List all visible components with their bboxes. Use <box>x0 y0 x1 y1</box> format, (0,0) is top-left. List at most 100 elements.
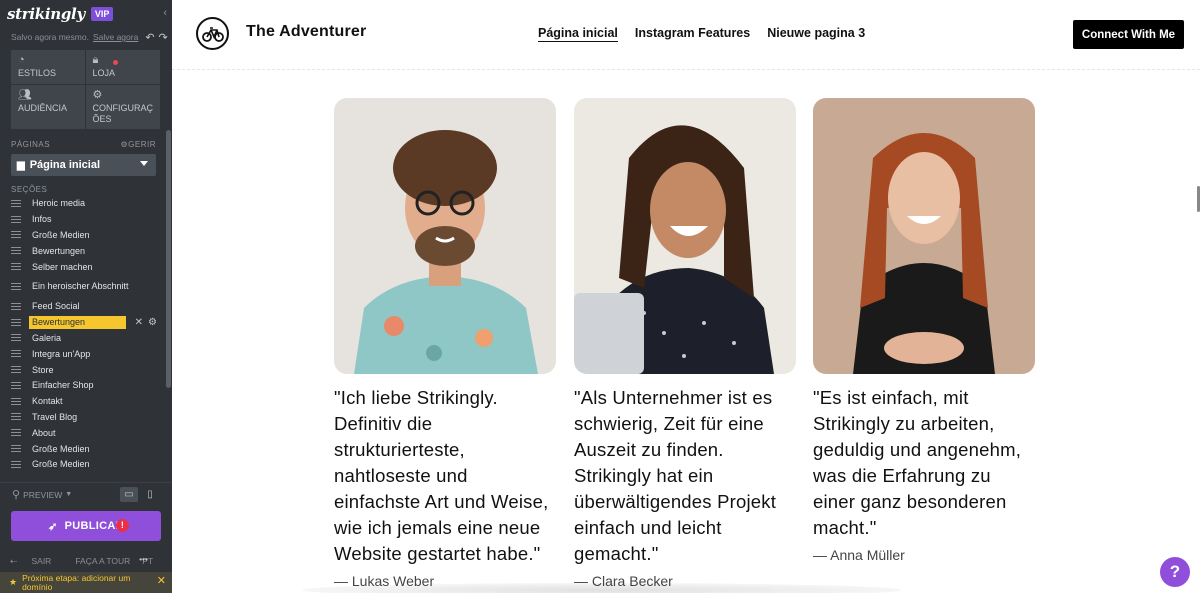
testimonial-quote[interactable]: "Ich liebe Strikingly. Definitiv die str… <box>334 385 556 567</box>
next-step-banner[interactable]: ★ Próxima etapa: adicionar um domínio ✕ <box>0 572 172 593</box>
section-item[interactable]: Einfacher Shop <box>11 378 163 394</box>
search-icon: ⚲ <box>12 489 21 501</box>
section-label: Feed Social <box>32 301 80 312</box>
editor-menu-grid: ◔ ESTILOS 🔒︎ LOJA 👥︎ AUDIÊNCIA ⚙ CONFIGU… <box>11 50 160 129</box>
alert-icon: ! <box>116 519 129 532</box>
testimonial-author[interactable]: — Anna Müller <box>813 547 1035 563</box>
pages-label: PÁGINAS <box>11 140 51 149</box>
testimonial-card: "Ich liebe Strikingly. Definitiv die str… <box>334 98 556 589</box>
site-title[interactable]: The Adventurer <box>246 23 366 41</box>
drag-handle-icon[interactable] <box>11 350 21 359</box>
store-button[interactable]: 🔒︎ LOJA <box>85 50 160 84</box>
testimonial-quote[interactable]: "Als Unternehmer ist es schwierig, Zeit … <box>574 385 796 567</box>
exit-label: SAIR <box>31 555 52 566</box>
page-select[interactable]: ▆ Página inicial <box>11 154 156 176</box>
palette-icon: ◔ <box>18 54 25 66</box>
drag-handle-icon[interactable] <box>11 429 21 438</box>
section-item[interactable]: Travel Blog <box>11 410 163 426</box>
section-label: Heroic media <box>32 198 86 209</box>
drag-handle-icon[interactable] <box>11 263 21 272</box>
section-label: Travel Blog <box>32 411 78 422</box>
desktop-view-icon[interactable]: ▭ <box>120 487 138 502</box>
site-header: The Adventurer Página inicial Instagram … <box>172 0 1200 70</box>
site-nav: Página inicial Instagram Features Nieuwe… <box>538 26 865 42</box>
section-label: Selber machen <box>32 261 93 272</box>
publish-button[interactable]: ➶ PUBLICAR ! <box>11 511 161 541</box>
manage-pages-button[interactable]: ⚙GERIR <box>120 140 156 149</box>
vip-badge: VIP <box>90 7 114 21</box>
save-now-link[interactable]: Salve agora <box>93 32 138 42</box>
drag-handle-icon[interactable] <box>11 460 21 469</box>
testimonial-card: "Als Unternehmer ist es schwierig, Zeit … <box>574 98 796 589</box>
saved-text: Salvo agora mesmo. <box>11 32 89 42</box>
drag-handle-icon[interactable] <box>11 282 21 291</box>
help-button[interactable]: ? <box>1160 557 1190 587</box>
sidebar-header: strikingly VIP ‹ <box>0 0 172 28</box>
redo-icon[interactable]: ↷ <box>159 31 168 44</box>
testimonial-photo[interactable] <box>334 98 556 374</box>
section-label: Große Medien <box>32 459 90 470</box>
mobile-view-icon[interactable]: ▯ <box>141 487 159 502</box>
section-item[interactable]: Bewertungen ✕ ⚙ <box>11 315 163 331</box>
section-item[interactable]: Große Medien <box>11 441 163 457</box>
section-item[interactable]: Galeria <box>11 331 163 347</box>
section-item[interactable]: Feed Social <box>11 299 163 315</box>
users-icon: 👥︎ <box>18 89 32 101</box>
nav-link-page-3[interactable]: Nieuwe pagina 3 <box>767 26 865 42</box>
undo-icon[interactable]: ↶ <box>145 31 154 44</box>
gear-icon: ⚙ <box>92 89 103 101</box>
drag-handle-icon[interactable] <box>11 247 21 256</box>
drag-handle-icon[interactable] <box>11 318 21 327</box>
drag-handle-icon[interactable] <box>11 445 21 454</box>
section-item[interactable]: Heroic media <box>11 196 163 212</box>
drag-handle-icon[interactable] <box>11 413 21 422</box>
drag-handle-icon[interactable] <box>11 397 21 406</box>
site-preview: The Adventurer Página inicial Instagram … <box>172 0 1200 593</box>
settings-button[interactable]: ⚙ CONFIGURAÇ ÕES <box>85 85 160 129</box>
connect-button[interactable]: Connect With Me <box>1073 20 1184 49</box>
testimonial-photo[interactable] <box>574 98 796 374</box>
drag-handle-icon[interactable] <box>11 381 21 390</box>
sidebar-scrollbar[interactable] <box>166 130 171 388</box>
gear-icon[interactable]: ⚙ <box>148 317 157 328</box>
drag-handle-icon[interactable] <box>11 334 21 343</box>
audience-button[interactable]: 👥︎ AUDIÊNCIA <box>11 85 85 129</box>
save-status: Salvo agora mesmo. Salve agora ↶ ↷ <box>0 28 172 46</box>
strikingly-logo[interactable]: strikingly <box>7 5 85 23</box>
section-item[interactable]: Kontakt <box>11 394 163 410</box>
delete-section-icon[interactable]: ✕ <box>135 317 143 328</box>
drag-handle-icon[interactable] <box>11 199 21 208</box>
drag-handle-icon[interactable] <box>11 302 21 311</box>
drag-handle-icon[interactable] <box>11 231 21 240</box>
styles-button[interactable]: ◔ ESTILOS <box>11 50 85 84</box>
section-item[interactable]: Bewertungen <box>11 243 163 259</box>
drag-handle-icon[interactable] <box>11 366 21 375</box>
section-item[interactable]: Große Medien <box>11 228 163 244</box>
testimonial-quote[interactable]: "Es ist einfach, mit Strikingly zu arbei… <box>813 385 1035 541</box>
tour-button[interactable]: FAÇA A TOUR <box>75 556 130 566</box>
section-tools: ✕ ⚙ <box>135 317 157 328</box>
publish-label: PUBLICAR <box>64 520 124 532</box>
store-label: LOJA <box>92 68 116 78</box>
section-item[interactable]: About <box>11 425 163 441</box>
bicycle-icon[interactable] <box>196 17 229 50</box>
styles-label: ESTILOS <box>18 68 57 78</box>
chevron-left-icon[interactable]: ‹ <box>163 7 167 19</box>
section-label: Bewertungen <box>29 316 126 330</box>
section-item[interactable]: Store <box>11 362 163 378</box>
nav-link-home[interactable]: Página inicial <box>538 26 618 42</box>
close-icon[interactable]: ✕ <box>157 576 166 587</box>
nav-link-instagram[interactable]: Instagram Features <box>635 26 750 42</box>
preview-button[interactable]: PREVIEW <box>23 490 62 500</box>
testimonial-photo[interactable] <box>813 98 1035 374</box>
drag-handle-icon[interactable] <box>11 215 21 224</box>
current-page-label: Página inicial <box>29 159 101 171</box>
editor-sidebar: strikingly VIP ‹ Salvo agora mesmo. Salv… <box>0 0 172 593</box>
section-item[interactable]: Integra un'App <box>11 346 163 362</box>
more-icon[interactable]: ••• <box>139 554 148 564</box>
exit-button[interactable]: ⇠ SAIR <box>10 556 63 567</box>
section-item[interactable]: Selber machen <box>11 259 163 275</box>
section-item[interactable]: Ein heroischer Abschnitt <box>11 275 163 299</box>
section-item[interactable]: Infos <box>11 212 163 228</box>
section-item[interactable]: Große Medien <box>11 457 163 473</box>
